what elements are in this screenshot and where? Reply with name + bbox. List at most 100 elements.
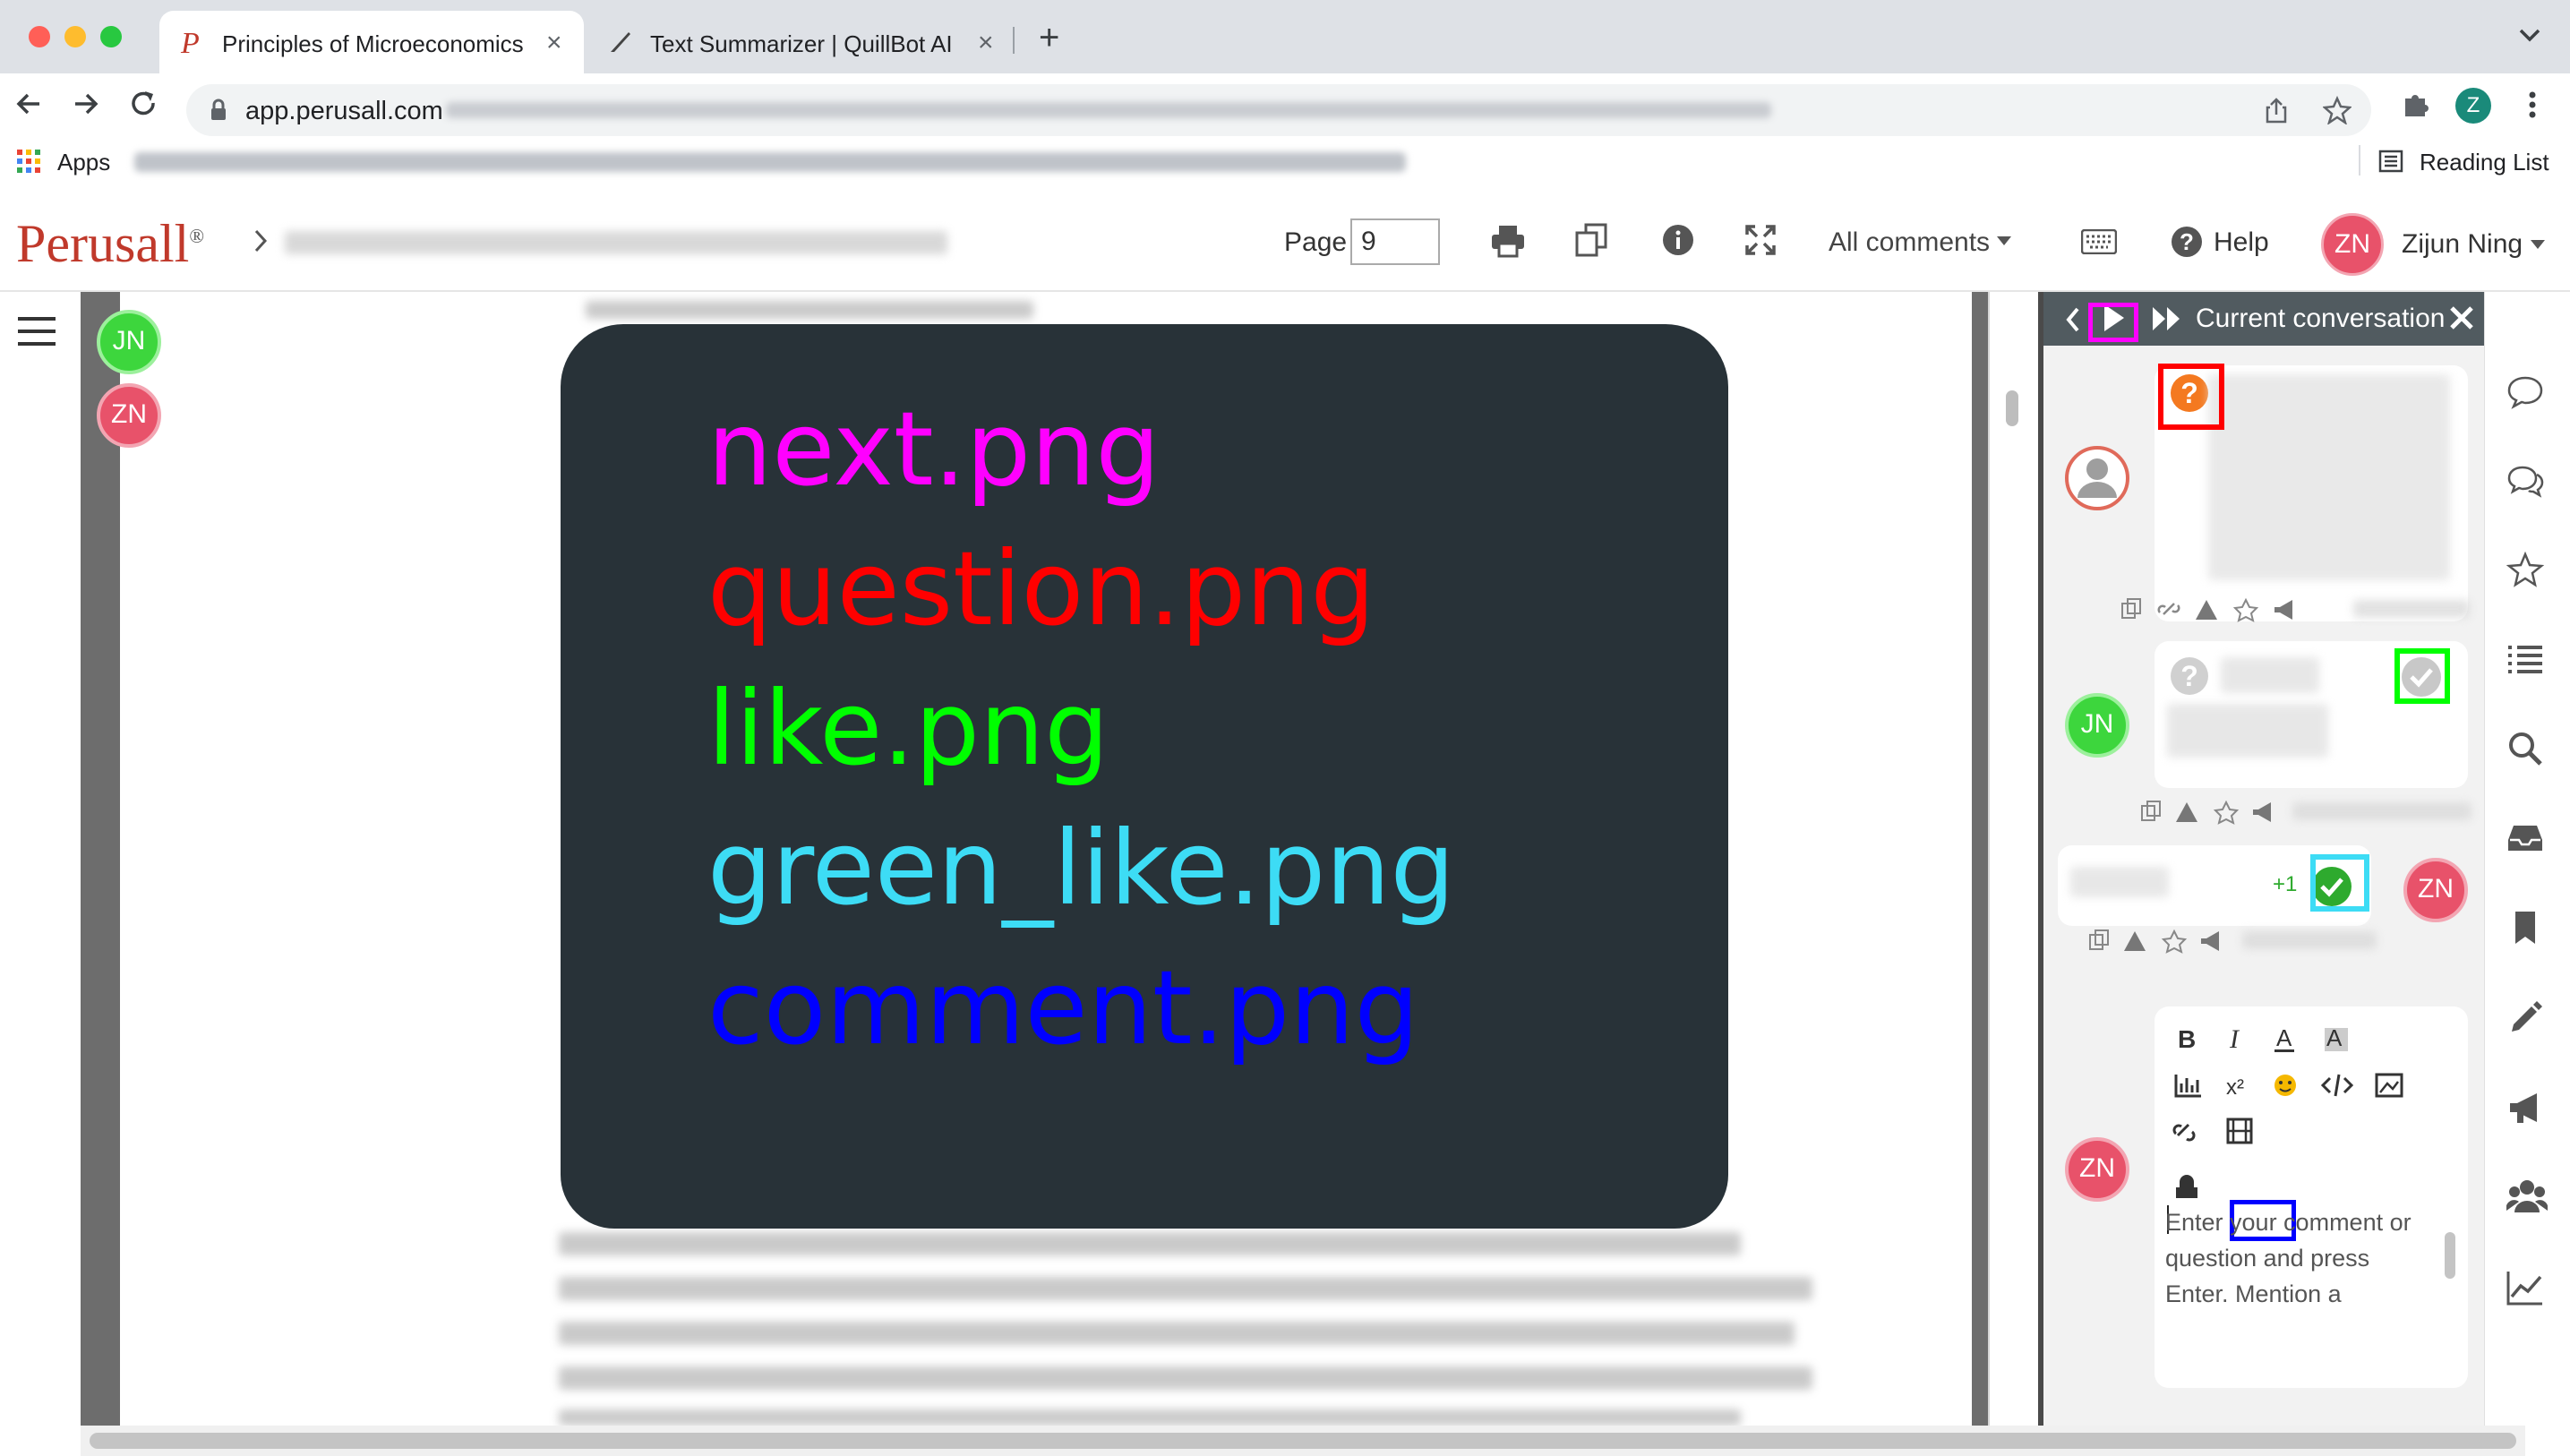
bookmarks-redacted [134,152,1406,172]
doc-text-line [559,1409,1741,1426]
browser-toolbar: app.perusall.com Z Apps Reading List [0,73,2570,210]
horizontal-scroll-thumb[interactable] [90,1433,2516,1449]
list-icon[interactable] [2506,643,2544,675]
user-avatar[interactable]: ZN [2321,213,2384,276]
browser-menu-icon[interactable] [2527,90,2538,120]
comment-text-redacted [2070,867,2169,897]
minimize-window-button[interactable] [64,26,86,47]
doc-heading-redacted [586,301,1033,319]
url-path-redacted [446,102,1771,118]
doc-text-line [559,1322,1795,1345]
doc-text-line [559,1277,1812,1300]
tab-title: Principles of Microeconomics [222,30,524,57]
tab-search-chevron-icon[interactable] [2518,27,2541,43]
close-window-button[interactable] [29,26,50,47]
conversations-icon[interactable] [2506,464,2544,500]
zoom-window-button[interactable] [100,26,122,47]
question-icon[interactable]: ? [2171,657,2208,695]
tab-quillbot[interactable]: Text Summarizer | QuillBot AI × [593,11,1014,73]
perusall-logo[interactable]: Perusall® [16,213,204,275]
comment-icon[interactable] [2506,374,2544,410]
close-tab-icon[interactable]: × [978,30,994,56]
analytics-icon[interactable] [2506,1270,2544,1306]
search-icon[interactable] [2506,731,2544,767]
svg-text:?: ? [2180,228,2194,255]
keyboard-icon[interactable] [2081,229,2117,254]
reading-list-label[interactable]: Reading List [2420,149,2549,176]
lock-icon [210,98,227,122]
legend-like-png: like.png [707,669,1109,788]
icon-legend-overlay: next.png question.png like.png green_lik… [561,324,1728,1229]
copy-pages-icon[interactable] [1574,222,1610,258]
jn-avatar[interactable]: JN [2065,693,2129,758]
tab-title: Text Summarizer | QuillBot AI [650,30,953,57]
reply-author-avatar[interactable]: ZN [2065,1137,2129,1202]
comment-actions [2120,596,2317,623]
close-conversation-icon[interactable] [2448,304,2475,331]
help-label[interactable]: Help [2214,227,2269,258]
forward-arrow-icon[interactable] [70,88,102,120]
hamburger-menu-icon[interactable] [18,315,56,347]
zn-avatar[interactable]: ZN [2403,858,2468,922]
comment-text-redacted [2208,374,2450,580]
pencil-icon[interactable] [2506,1001,2544,1037]
legend-comment-png: comment.png [707,948,1419,1067]
comment-input[interactable]: Enter your comment or question and press… [2165,1204,2434,1312]
user-name-dropdown[interactable]: Zijun Ning [2402,229,2523,260]
url-text: app.perusall.com [245,97,443,125]
editor-scrollbar[interactable] [2445,1232,2455,1279]
svg-text:I: I [2229,1024,2240,1054]
presence-avatar-zn[interactable]: ZN [97,383,161,448]
reload-icon[interactable] [127,88,159,120]
previous-conversation-icon[interactable] [2065,306,2081,333]
bookmark-divider [2359,145,2360,176]
panel-splitter[interactable] [1988,292,2038,1426]
user-caret-icon[interactable] [2531,240,2545,249]
logo-text: Perusall [16,214,190,273]
apps-grid-icon[interactable] [16,149,41,174]
group-icon[interactable] [2506,1178,2548,1214]
svg-text:A: A [2276,1024,2292,1051]
editor-toolbar: B I A A x² [2169,1021,2429,1205]
splitter-handle[interactable] [2006,390,2018,426]
address-bar[interactable]: app.perusall.com [186,84,2371,136]
browser-tab-bar: P Principles of Microeconomics × Text Su… [0,0,2570,73]
new-tab-icon[interactable]: + [1039,20,1059,56]
info-icon[interactable] [1662,224,1694,256]
help-icon[interactable]: ? [2171,226,2203,258]
print-icon[interactable] [1490,224,1526,258]
filter-caret-icon[interactable] [1997,236,2011,245]
star-icon[interactable] [2506,552,2544,587]
anonymous-avatar[interactable] [2065,446,2129,510]
apps-bookmark-label[interactable]: Apps [57,149,110,176]
comment-meta-redacted [2242,931,2377,949]
page-label: Page [1284,227,1348,257]
like-count: +1 [2273,872,2298,896]
comment-filter-dropdown[interactable]: All comments [1829,227,1990,258]
question-highlight-box [2158,364,2224,430]
megaphone-icon[interactable] [2506,1091,2544,1126]
page-number-input[interactable] [1350,218,1440,265]
back-arrow-icon[interactable] [13,88,45,120]
legend-question-png: question.png [707,529,1375,648]
bookmark-icon[interactable] [2506,910,2544,946]
tab-principles-of-microeconomics[interactable]: P Principles of Microeconomics × [159,11,584,73]
comment-text-redacted [2167,704,2328,758]
quillbot-favicon-icon [607,29,634,56]
reply-editor: B I A A x² [2155,1006,2468,1388]
fullscreen-icon[interactable] [1744,224,1777,256]
bookmark-star-icon[interactable] [2323,96,2352,124]
extensions-puzzle-icon[interactable] [2400,90,2430,120]
reading-list-icon[interactable] [2378,149,2403,174]
horizontal-scrollbar[interactable] [81,1426,2525,1456]
skip-forward-icon[interactable] [2151,305,2183,332]
inbox-icon[interactable] [2506,822,2544,854]
doc-text-line [559,1366,1812,1390]
close-tab-icon[interactable]: × [546,30,562,56]
next-highlight-box [2088,303,2138,342]
share-icon[interactable] [2264,97,2289,124]
tab-divider [1013,27,1015,54]
profile-avatar[interactable]: Z [2455,88,2491,124]
conversation-title: Current conversation [2196,304,2446,333]
presence-avatar-jn[interactable]: JN [97,310,161,374]
